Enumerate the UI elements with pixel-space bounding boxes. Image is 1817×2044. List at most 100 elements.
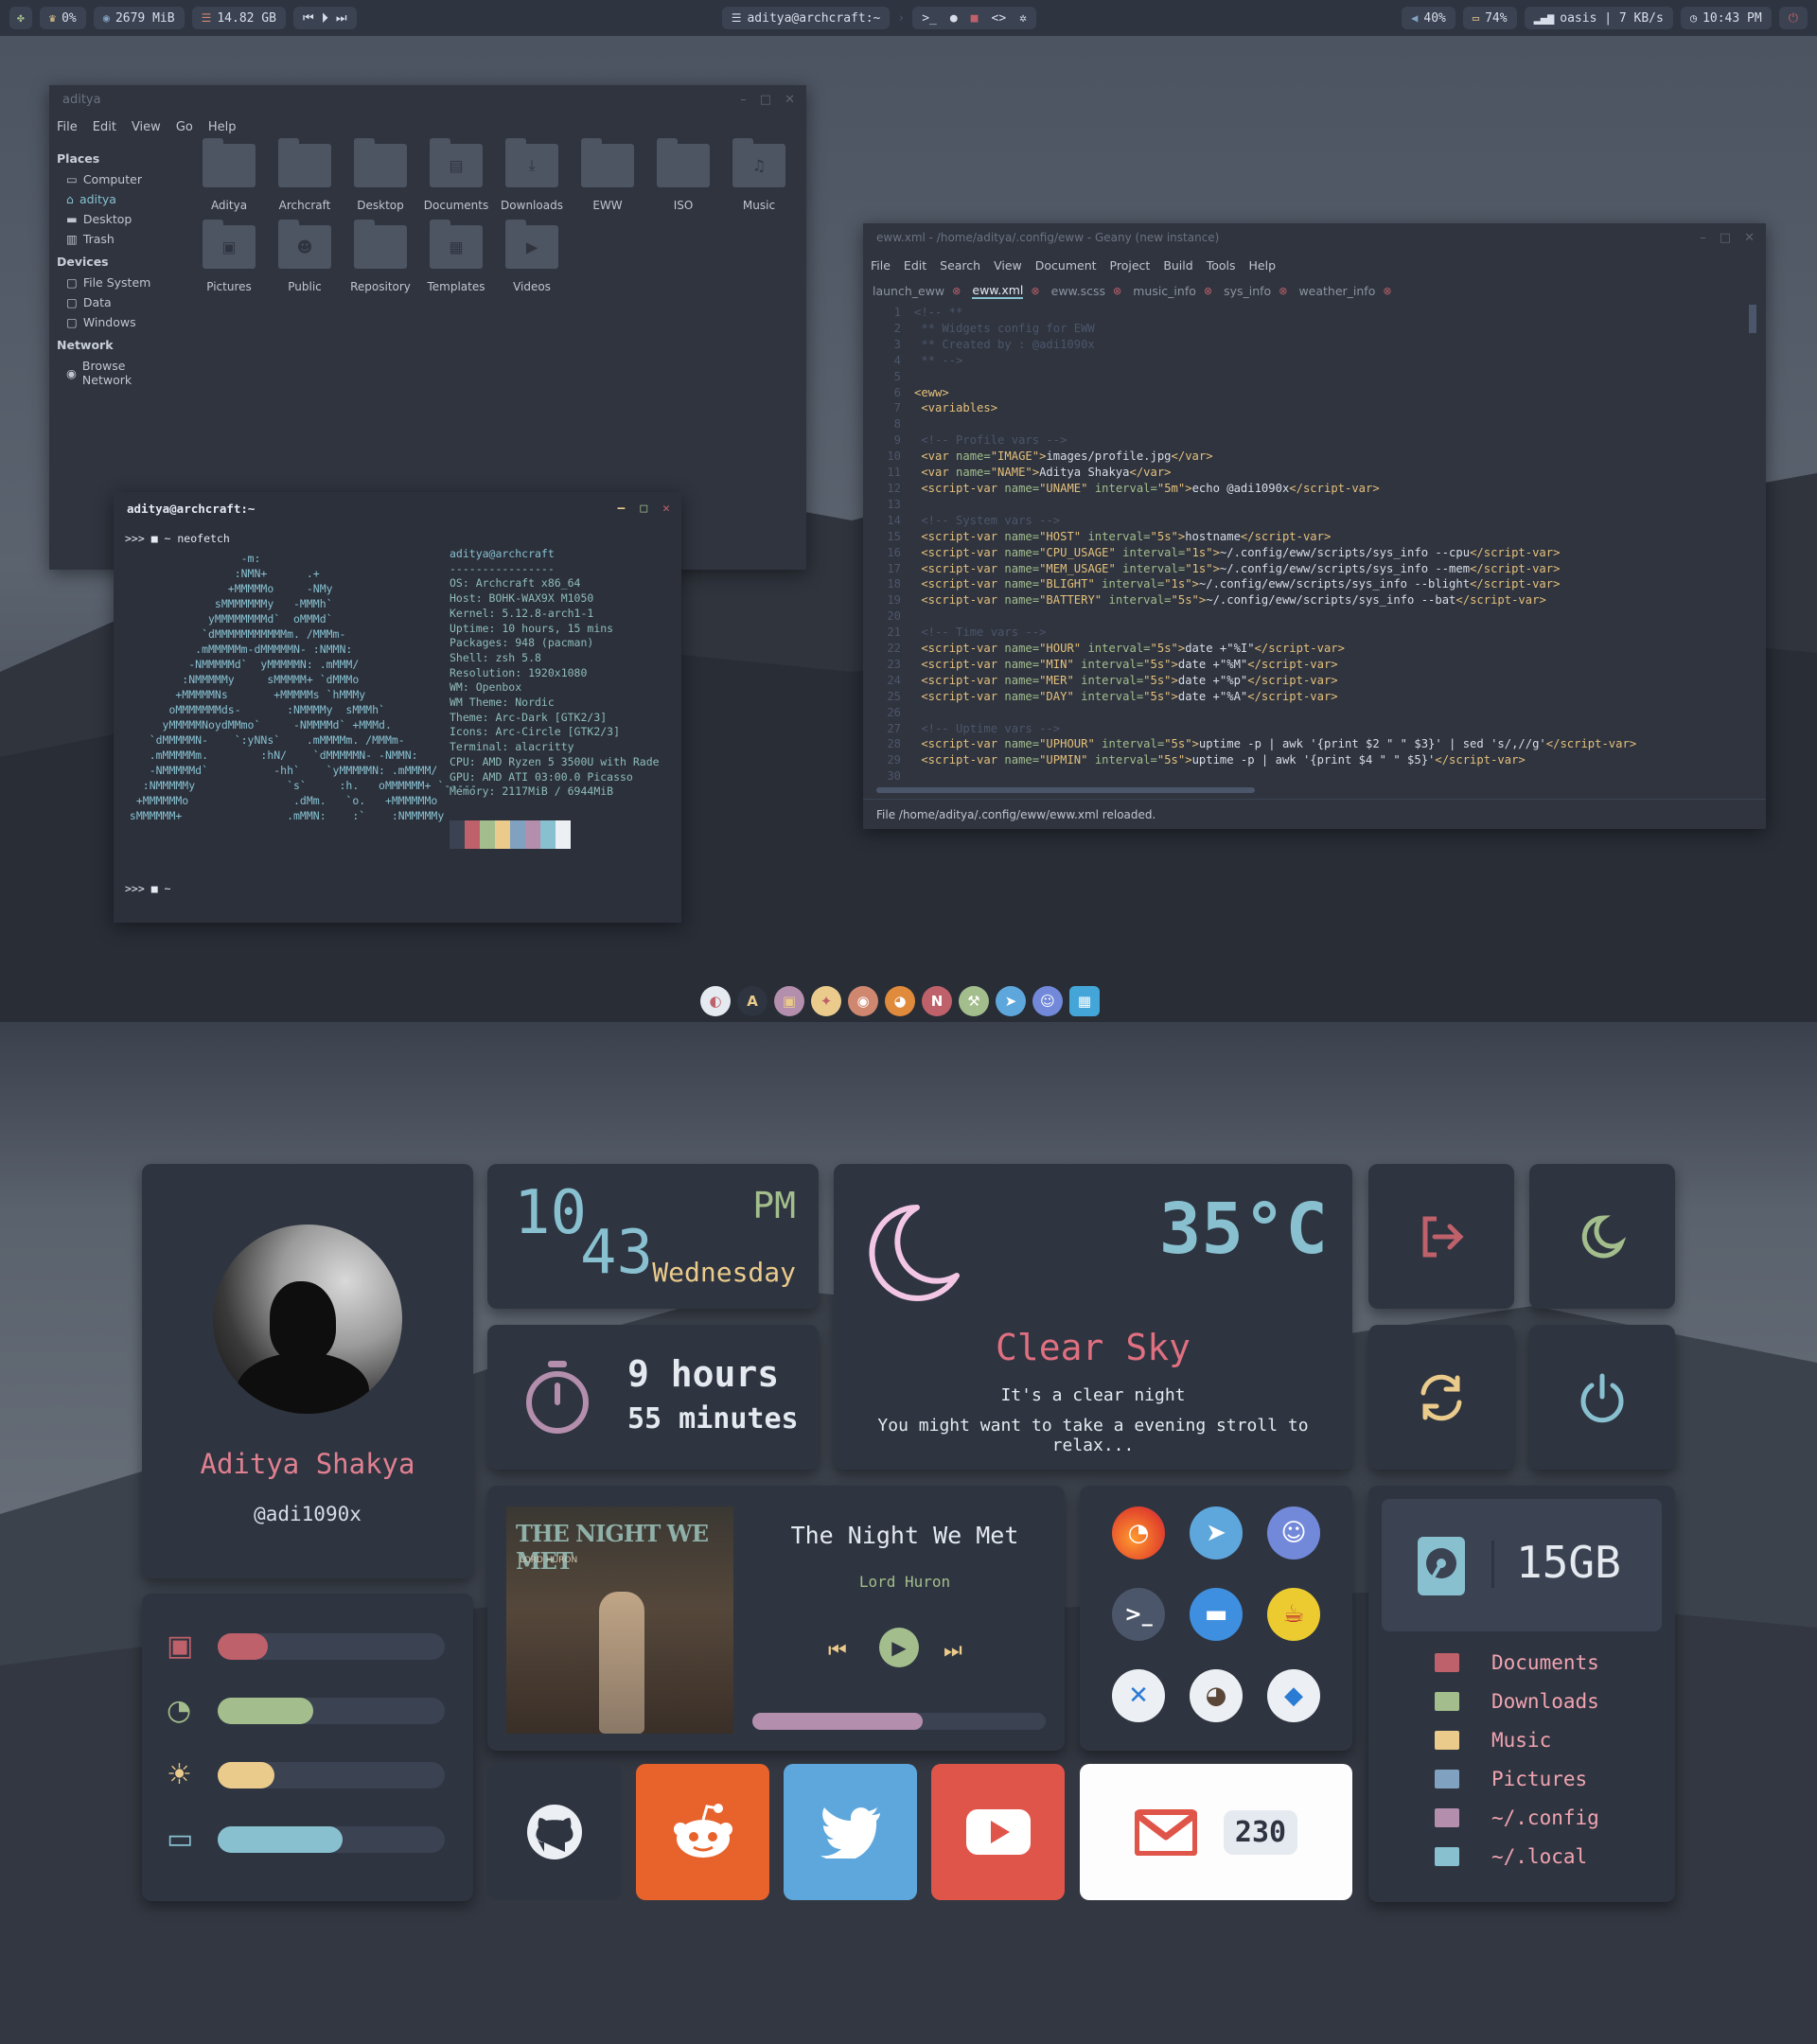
folder-eww[interactable]: EWW	[570, 138, 645, 212]
close-icon[interactable]: ✕	[662, 502, 670, 516]
gmail-button[interactable]: 230	[1080, 1764, 1352, 1900]
youtube-button[interactable]	[931, 1764, 1065, 1900]
folder-pictures[interactable]: ▣ Pictures	[191, 220, 267, 293]
firefox-icon[interactable]: ◔	[1112, 1507, 1165, 1559]
volume-indicator[interactable]: ◀ 40%	[1402, 7, 1455, 29]
folder-templates[interactable]: ▦ Templates	[418, 220, 494, 293]
previous-icon[interactable]: ⏮	[303, 11, 314, 26]
folder-link-0[interactable]: Documents	[1435, 1643, 1599, 1682]
discord-icon[interactable]: ☺	[1032, 986, 1063, 1016]
firefox-icon[interactable]: ◉	[848, 986, 878, 1016]
sidebar-item-aditya[interactable]: ⌂ aditya	[57, 189, 179, 209]
geany-icon[interactable]: ☕	[1267, 1588, 1320, 1641]
minimize-icon[interactable]: –	[740, 93, 747, 107]
tab-eww-xml[interactable]: eww.xml ⊗	[972, 283, 1040, 299]
folder-icon[interactable]: ■	[971, 11, 979, 26]
tab-music-info[interactable]: music_info ⊗	[1133, 284, 1212, 298]
reboot-button[interactable]	[1368, 1325, 1514, 1470]
archcraft-icon[interactable]: A	[737, 986, 767, 1016]
menu-help[interactable]: Help	[1249, 258, 1277, 273]
close-tab-icon[interactable]: ⊗	[1031, 285, 1039, 297]
menu-build[interactable]: Build	[1163, 258, 1192, 273]
tab-launch-eww[interactable]: launch_eww ⊗	[873, 284, 961, 298]
blender-icon[interactable]: ◕	[885, 986, 915, 1016]
horizontal-scrollbar[interactable]	[876, 787, 1255, 793]
maximize-icon[interactable]: □	[760, 93, 771, 107]
github-button[interactable]	[487, 1764, 621, 1900]
terminal-icon[interactable]: >_	[1112, 1588, 1165, 1641]
close-tab-icon[interactable]: ⊗	[1279, 285, 1287, 297]
play-icon[interactable]: ⏵	[322, 9, 329, 26]
folder-music[interactable]: ♫ Music	[721, 138, 797, 212]
sidebar-item-computer[interactable]: ▭ Computer	[57, 169, 179, 189]
screenshot-icon[interactable]: ▦	[1069, 986, 1100, 1016]
window-titlebar[interactable]: aditya@archcraft:~ – □ ✕	[114, 492, 681, 524]
vscode-icon[interactable]: ✕	[1112, 1669, 1165, 1722]
sidebar-item-windows[interactable]: ▢ Windows	[57, 312, 179, 332]
folder-link-3[interactable]: Pictures	[1435, 1759, 1599, 1798]
menu-go[interactable]: Go	[176, 120, 193, 134]
code-icon[interactable]: <>	[992, 11, 1007, 26]
files-icon[interactable]: ▬	[1190, 1588, 1243, 1641]
sidebar-item-trash[interactable]: ▥ Trash	[57, 229, 179, 249]
next-button[interactable]: ⏭	[944, 1639, 962, 1663]
folder-archcraft[interactable]: Archcraft	[267, 138, 343, 212]
window-title[interactable]: ☰ aditya@archcraft:~	[721, 7, 891, 29]
folder-link-2[interactable]: Music	[1435, 1720, 1599, 1759]
tools-icon[interactable]: ⚒	[959, 986, 989, 1016]
play-button[interactable]: ▶	[879, 1628, 919, 1667]
geany-icon[interactable]: ✦	[811, 986, 841, 1016]
folder-downloads[interactable]: ⤓ Downloads	[494, 138, 570, 212]
menu-tools[interactable]: Tools	[1207, 258, 1236, 273]
close-tab-icon[interactable]: ⊗	[1383, 285, 1391, 297]
folder-iso[interactable]: ISO	[645, 138, 721, 212]
menu-view[interactable]: View	[994, 258, 1022, 273]
close-tab-icon[interactable]: ⊗	[1204, 285, 1212, 297]
close-tab-icon[interactable]: ⊗	[952, 285, 961, 297]
folder-desktop[interactable]: Desktop	[343, 138, 418, 212]
sidebar-item-desktop[interactable]: ▬ Desktop	[57, 209, 179, 229]
files-icon[interactable]: ▣	[774, 986, 804, 1016]
folder-link-5[interactable]: ~/.local	[1435, 1837, 1599, 1876]
close-icon[interactable]: ✕	[785, 93, 795, 107]
maximize-icon[interactable]: □	[1720, 231, 1731, 245]
window-titlebar[interactable]: eww.xml - /home/aditya/.config/eww - Gea…	[863, 223, 1766, 252]
folder-public[interactable]: ☻ Public	[267, 220, 343, 293]
vertical-scrollbar[interactable]	[1749, 305, 1756, 333]
minimize-icon[interactable]: –	[618, 502, 626, 516]
telegram-icon[interactable]: ➤	[1190, 1507, 1243, 1559]
maximize-icon[interactable]: □	[640, 502, 647, 516]
browser-icon[interactable]: ●	[950, 11, 958, 26]
reddit-button[interactable]	[636, 1764, 769, 1900]
code-editor[interactable]: 1 <!-- ** 2 ** Widgets config for EWW 3 *…	[873, 305, 1756, 783]
menu-view[interactable]: View	[132, 120, 161, 134]
window-titlebar[interactable]: aditya – □ ✕	[49, 85, 806, 114]
menu-project[interactable]: Project	[1110, 258, 1151, 273]
folder-videos[interactable]: ▶ Videos	[494, 220, 570, 293]
virtualbox-icon[interactable]: ◆	[1267, 1669, 1320, 1722]
previous-button[interactable]: ⏮	[828, 1639, 847, 1663]
folder-documents[interactable]: ▤ Documents	[418, 138, 494, 212]
folder-repository[interactable]: Repository	[343, 220, 418, 293]
shutdown-button[interactable]	[1529, 1325, 1675, 1470]
menu-help[interactable]: Help	[208, 120, 237, 134]
sidebar-item-data[interactable]: ▢ Data	[57, 292, 179, 312]
close-tab-icon[interactable]: ⊗	[1113, 285, 1121, 297]
music-progress-bar[interactable]	[752, 1713, 1046, 1730]
next-icon[interactable]: ⏭	[336, 11, 347, 26]
discord-icon[interactable]: ☺	[1267, 1507, 1320, 1559]
sidebar-item-browse-network[interactable]: ◉ Browse Network	[57, 356, 179, 390]
twitter-button[interactable]	[784, 1764, 917, 1900]
menu-file[interactable]: File	[57, 120, 78, 134]
tab-weather-info[interactable]: weather_info ⊗	[1298, 284, 1391, 298]
folder-aditya[interactable]: Aditya	[191, 138, 267, 212]
settings-icon[interactable]: ✲	[1019, 11, 1027, 26]
menu-file[interactable]: File	[871, 258, 891, 273]
terminal-icon[interactable]: >_	[922, 11, 937, 26]
minimize-icon[interactable]: –	[1700, 231, 1706, 245]
tab-eww-scss[interactable]: eww.scss ⊗	[1051, 284, 1122, 298]
launcher-button[interactable]: ✤	[9, 7, 32, 29]
telegram-icon[interactable]: ➤	[996, 986, 1026, 1016]
menu-edit[interactable]: Edit	[93, 120, 116, 134]
tab-sys-info[interactable]: sys_info ⊗	[1224, 284, 1287, 298]
